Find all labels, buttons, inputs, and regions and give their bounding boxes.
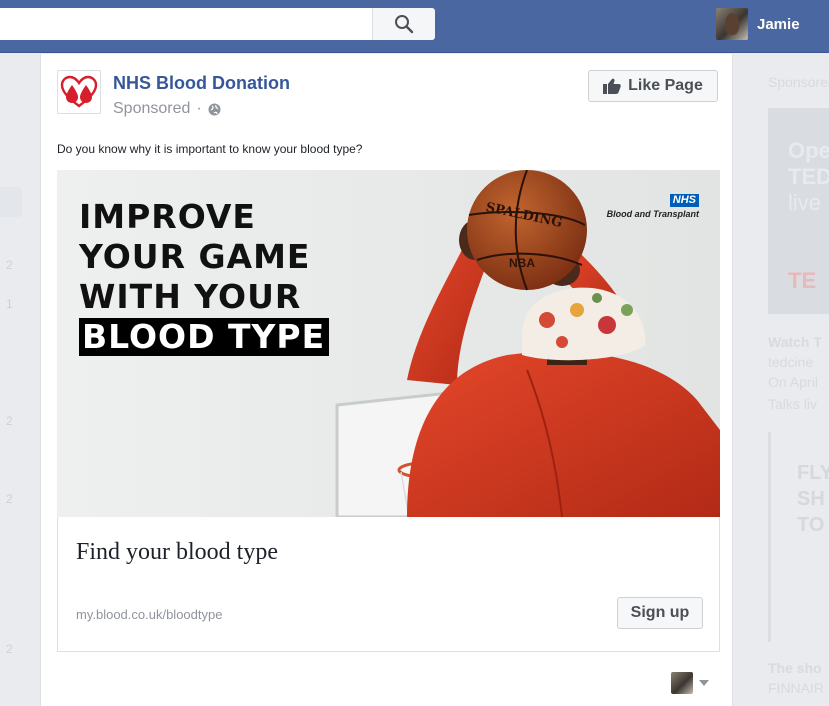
sponsored-label: Sponsored ·	[113, 100, 221, 118]
page-name-link[interactable]: NHS Blood Donation	[113, 73, 290, 94]
left-count: 2	[6, 258, 13, 272]
like-page-label: Like Page	[628, 77, 703, 94]
left-count: 2	[6, 492, 13, 506]
left-sidebar: 2 1 2 2 2	[0, 54, 40, 706]
link-preview[interactable]: Find your blood type my.blood.co.uk/bloo…	[57, 517, 720, 652]
search-icon	[395, 15, 414, 34]
nhs-logo: NHS Blood and Transplant	[597, 190, 699, 219]
ad-title[interactable]: The sho	[768, 660, 822, 676]
avatar	[671, 672, 693, 694]
ad-text: live	[788, 190, 822, 215]
search-input[interactable]	[0, 8, 372, 40]
ball-mark-text: NBA	[509, 256, 535, 270]
sponsored-post: NHS Blood Donation Sponsored · Like Page…	[40, 54, 733, 706]
post-text: Do you know why it is important to know …	[57, 142, 363, 156]
thumbs-up-icon	[603, 78, 621, 94]
ad-line: On April	[768, 374, 818, 390]
avatar	[716, 8, 748, 40]
blood-drop-heart-icon	[60, 75, 98, 108]
link-url: my.blood.co.uk/bloodtype	[76, 607, 223, 622]
left-count: 2	[6, 414, 13, 428]
ad-title[interactable]: Watch T	[768, 334, 822, 350]
chevron-down-icon	[699, 680, 709, 686]
reaction-actor-selector[interactable]	[671, 672, 709, 694]
search-button[interactable]	[372, 8, 435, 40]
left-count: 1	[6, 297, 13, 311]
headline-line: WITH YOUR	[79, 277, 302, 316]
ad-line: Talks liv	[768, 396, 818, 412]
ad-text: TED	[788, 164, 829, 189]
ad-image[interactable]: IMPROVE YOUR GAME WITH YOUR BLOOD TYPE N…	[57, 170, 720, 517]
separator-dot: ·	[196, 100, 202, 117]
ad-text: TO	[797, 514, 825, 536]
ad-text: FLY	[797, 462, 829, 484]
headline-line: IMPROVE	[79, 197, 256, 236]
page-logo[interactable]	[57, 70, 101, 114]
sponsored-ad-thumbnail[interactable]: Ope TED live TE	[768, 108, 829, 314]
sponsored-text: Sponsored	[113, 100, 191, 117]
ad-text: Ope	[788, 138, 829, 163]
headline-line-highlight: BLOOD TYPE	[79, 318, 330, 356]
link-title[interactable]: Find your blood type	[76, 539, 278, 566]
more-options-button[interactable]	[0, 187, 22, 217]
right-sidebar: Sponsored Ope TED live TE Watch T tedcin…	[734, 54, 829, 706]
ad-text: SH	[797, 488, 825, 510]
sponsored-heading: Sponsored	[768, 74, 829, 90]
ad-text: TE	[788, 268, 817, 293]
nhs-subtitle: Blood and Transplant	[606, 209, 699, 219]
profile-name: Jamie	[757, 15, 800, 33]
top-navigation-bar: Jamie	[0, 0, 829, 53]
ad-line: tedcine	[768, 354, 814, 370]
headline-line: YOUR GAME	[79, 237, 311, 276]
left-count: 2	[6, 642, 13, 656]
sign-up-button[interactable]: Sign up	[617, 597, 703, 629]
like-page-button[interactable]: Like Page	[588, 70, 718, 102]
sponsored-ad-thumbnail[interactable]: FLY SH TO	[768, 432, 829, 642]
globe-icon	[208, 103, 221, 115]
ad-line: FINNAIR	[768, 680, 824, 696]
nhs-mark: NHS	[669, 194, 699, 207]
profile-link[interactable]: Jamie	[716, 8, 800, 40]
